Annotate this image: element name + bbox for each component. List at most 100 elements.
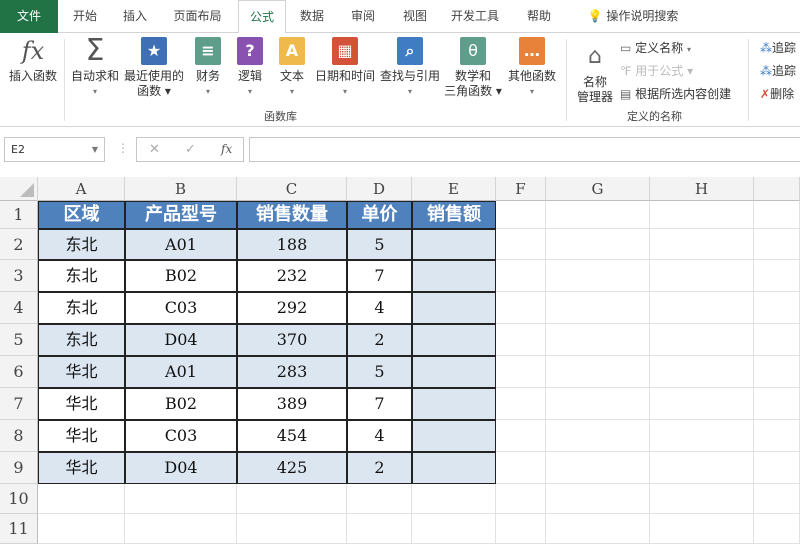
cell-i6[interactable]	[754, 356, 800, 388]
row-header-8[interactable]: 8	[0, 420, 38, 452]
cell-a8[interactable]: 华北	[38, 420, 125, 452]
column-header-g[interactable]: G	[546, 177, 650, 201]
cell-i7[interactable]	[754, 388, 800, 420]
cell-h3[interactable]	[650, 260, 754, 292]
cell-b5[interactable]: D04	[125, 324, 237, 356]
cell-b11[interactable]	[125, 514, 237, 544]
row-header-7[interactable]: 7	[0, 388, 38, 420]
define-name-button[interactable]: ▭ 定义名称 ▾	[620, 39, 691, 56]
cell-g10[interactable]	[546, 484, 650, 514]
cell-e9[interactable]	[412, 452, 496, 484]
cell-a4[interactable]: 东北	[38, 292, 125, 324]
select-all-button[interactable]	[0, 177, 38, 201]
cell-g6[interactable]	[546, 356, 650, 388]
autosum-button[interactable]: Σ 自动求和 ▾	[68, 36, 122, 99]
cell-d3[interactable]: 7	[347, 260, 412, 292]
cell-f11[interactable]	[496, 514, 546, 544]
cell-b3[interactable]: B02	[125, 260, 237, 292]
lookup-button[interactable]: ⌕ 查找与引用 ▾	[378, 37, 442, 99]
cell-d4[interactable]: 4	[347, 292, 412, 324]
enter-icon[interactable]: ✓	[185, 138, 196, 161]
cell-a11[interactable]	[38, 514, 125, 544]
recent-functions-button[interactable]: ★ 最近使用的 函数 ▾	[122, 37, 186, 99]
datetime-button[interactable]: ▦ 日期和时间 ▾	[313, 37, 377, 99]
cell-f9[interactable]	[496, 452, 546, 484]
remove-arrows-button[interactable]: ✗删除	[760, 85, 794, 102]
cell-g5[interactable]	[546, 324, 650, 356]
cell-e8[interactable]	[412, 420, 496, 452]
cell-h6[interactable]	[650, 356, 754, 388]
cell-e7[interactable]	[412, 388, 496, 420]
cell-f10[interactable]	[496, 484, 546, 514]
cell-f6[interactable]	[496, 356, 546, 388]
cell-d8[interactable]: 4	[347, 420, 412, 452]
cell-d7[interactable]: 7	[347, 388, 412, 420]
use-in-formula-button[interactable]: ℉ 用于公式 ▾	[620, 62, 693, 79]
cell-g8[interactable]	[546, 420, 650, 452]
more-functions-button[interactable]: … 其他函数 ▾	[505, 37, 559, 99]
cell-c9[interactable]: 425	[237, 452, 347, 484]
column-header-b[interactable]: B	[125, 177, 237, 201]
cell-c6[interactable]: 283	[237, 356, 347, 388]
financial-button[interactable]: ≡ 财务 ▾	[190, 37, 226, 99]
column-header-e[interactable]: E	[412, 177, 496, 201]
row-header-5[interactable]: 5	[0, 324, 38, 356]
cell-d2[interactable]: 5	[347, 229, 412, 260]
cell-f7[interactable]	[496, 388, 546, 420]
insert-function-icon[interactable]: fx	[221, 138, 232, 161]
column-header-a[interactable]: A	[38, 177, 125, 201]
tab-developer[interactable]: 开发工具	[444, 0, 506, 33]
trace-precedents-button[interactable]: ⁂追踪	[760, 39, 796, 56]
cell-i11[interactable]	[754, 514, 800, 544]
tab-help[interactable]: 帮助	[516, 0, 562, 33]
cell-b6[interactable]: A01	[125, 356, 237, 388]
column-header-d[interactable]: D	[347, 177, 412, 201]
name-manager-button[interactable]: ⌂ 名称 管理器	[572, 43, 618, 105]
cell-b4[interactable]: C03	[125, 292, 237, 324]
cell-b2[interactable]: A01	[125, 229, 237, 260]
cell-f8[interactable]	[496, 420, 546, 452]
cell-g3[interactable]	[546, 260, 650, 292]
cell-f2[interactable]	[496, 229, 546, 260]
cell-g11[interactable]	[546, 514, 650, 544]
cell-e5[interactable]	[412, 324, 496, 356]
cell-f3[interactable]	[496, 260, 546, 292]
tab-home[interactable]: 开始	[62, 0, 108, 33]
trace-dependents-button[interactable]: ⁂追踪	[760, 62, 796, 79]
insert-function-button[interactable]: fx 插入函数	[4, 37, 62, 84]
cell-b7[interactable]: B02	[125, 388, 237, 420]
cell-d11[interactable]	[347, 514, 412, 544]
cell-a5[interactable]: 东北	[38, 324, 125, 356]
cell-a2[interactable]: 东北	[38, 229, 125, 260]
cell-h7[interactable]	[650, 388, 754, 420]
name-box[interactable]: E2 ▼	[4, 137, 105, 162]
cell-h4[interactable]	[650, 292, 754, 324]
cell-b9[interactable]: D04	[125, 452, 237, 484]
cell-h5[interactable]	[650, 324, 754, 356]
cell-a3[interactable]: 东北	[38, 260, 125, 292]
row-header-1[interactable]: 1	[0, 201, 38, 229]
cell-i2[interactable]	[754, 229, 800, 260]
row-header-2[interactable]: 2	[0, 229, 38, 260]
cell-c1[interactable]: 销售数量	[237, 201, 347, 229]
tell-me-search[interactable]: 💡 操作说明搜索	[578, 0, 688, 33]
cell-g7[interactable]	[546, 388, 650, 420]
cell-c8[interactable]: 454	[237, 420, 347, 452]
cell-a10[interactable]	[38, 484, 125, 514]
cell-e2[interactable]	[412, 229, 496, 260]
chevron-down-icon[interactable]: ▼	[92, 138, 98, 161]
cell-e6[interactable]	[412, 356, 496, 388]
cell-i8[interactable]	[754, 420, 800, 452]
cell-c10[interactable]	[237, 484, 347, 514]
cell-d1[interactable]: 单价	[347, 201, 412, 229]
row-header-11[interactable]: 11	[0, 514, 38, 544]
cell-h10[interactable]	[650, 484, 754, 514]
row-header-10[interactable]: 10	[0, 484, 38, 514]
row-header-6[interactable]: 6	[0, 356, 38, 388]
cell-i9[interactable]	[754, 452, 800, 484]
cell-g9[interactable]	[546, 452, 650, 484]
cell-c3[interactable]: 232	[237, 260, 347, 292]
tab-insert[interactable]: 插入	[110, 0, 160, 33]
cell-d10[interactable]	[347, 484, 412, 514]
cell-e10[interactable]	[412, 484, 496, 514]
